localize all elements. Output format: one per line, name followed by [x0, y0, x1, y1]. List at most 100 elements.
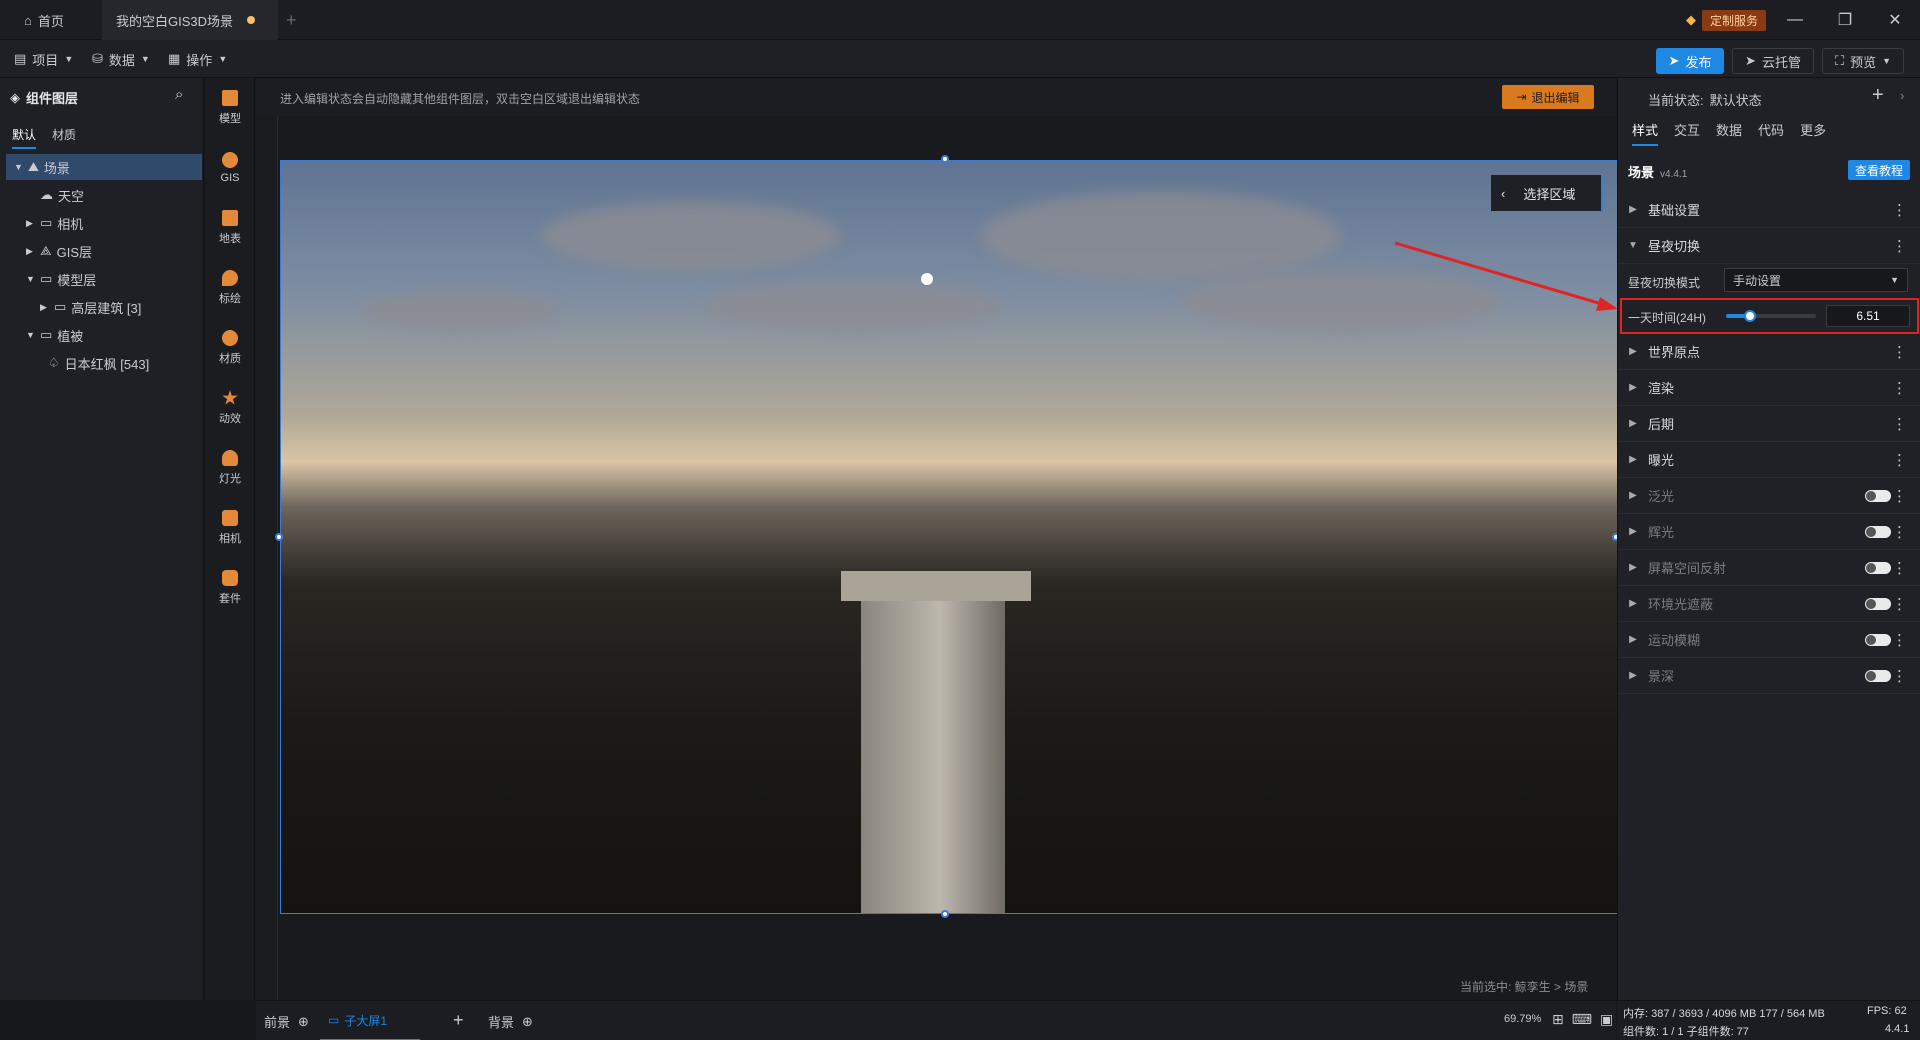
resize-handle[interactable]	[941, 910, 949, 918]
add-circle-icon[interactable]: ⊕	[522, 1014, 533, 1030]
more-vert-icon[interactable]: ⋮	[1892, 379, 1907, 397]
ao-toggle[interactable]	[1865, 597, 1891, 610]
tool-model[interactable]: 模型	[205, 80, 255, 136]
tool-light[interactable]: 灯光	[205, 440, 255, 496]
menu-project[interactable]: ▤ 项目 ▼	[14, 47, 73, 71]
section-glow[interactable]: ▶ 辉光 ⋮	[1618, 514, 1920, 550]
state-value[interactable]: 默认状态	[1710, 90, 1762, 109]
tab-data[interactable]: 数据	[1716, 120, 1742, 146]
section-render[interactable]: ▶ 渲染 ⋮	[1618, 370, 1920, 406]
more-vert-icon[interactable]: ⋮	[1892, 559, 1907, 577]
tree-item-vegetation[interactable]: ▼ ▭ 植被	[6, 322, 202, 348]
ssr-toggle[interactable]	[1865, 561, 1891, 574]
add-circle-icon[interactable]: ⊕	[298, 1014, 309, 1030]
tree-item-camera[interactable]: ▶ ▭ 相机	[6, 210, 202, 236]
section-dof[interactable]: ▶ 景深 ⋮	[1618, 658, 1920, 694]
section-bloom[interactable]: ▶ 泛光 ⋮	[1618, 478, 1920, 514]
add-screen-button[interactable]: +	[453, 1010, 464, 1031]
section-basic[interactable]: ▶ 基础设置 ⋮	[1618, 192, 1920, 228]
cloud-host-button[interactable]: ➤ 云托管	[1732, 48, 1814, 74]
section-world-origin[interactable]: ▶ 世界原点 ⋮	[1618, 334, 1920, 370]
resize-handle[interactable]	[275, 533, 283, 541]
state-label: 当前状态:	[1648, 93, 1704, 108]
exit-edit-button[interactable]: ⇥ 退出编辑	[1502, 85, 1594, 109]
zoom-level[interactable]: 69.79%	[1504, 1013, 1541, 1025]
fit-screen-icon[interactable]: ⊞	[1552, 1011, 1564, 1028]
section-daynight[interactable]: ▼ 昼夜切换 ⋮	[1618, 228, 1920, 264]
tree-item-model-layer[interactable]: ▼ ▭ 模型层	[6, 266, 202, 292]
section-exposure[interactable]: ▶ 曝光 ⋮	[1618, 442, 1920, 478]
menu-operate[interactable]: ▦ 操作 ▼	[168, 47, 227, 71]
tool-label: 灯光	[219, 473, 241, 485]
grid-icon: ▦	[168, 51, 181, 66]
bloom-toggle[interactable]	[1865, 489, 1891, 502]
menu-data[interactable]: ⛁ 数据 ▼	[92, 47, 150, 71]
more-vert-icon[interactable]: ⋮	[1892, 415, 1907, 433]
foreground-tab[interactable]: 前景 ⊕	[264, 1012, 309, 1031]
more-vert-icon[interactable]: ⋮	[1892, 667, 1907, 685]
restore-icon[interactable]: ❐	[1820, 0, 1870, 40]
tutorial-button[interactable]: 查看教程	[1848, 160, 1910, 180]
time-slider[interactable]	[1726, 310, 1816, 322]
tree-item-label: 高层建筑 [3]	[71, 300, 142, 316]
time-slider-handle[interactable]	[1744, 310, 1757, 322]
section-ssr[interactable]: ▶ 屏幕空间反射 ⋮	[1618, 550, 1920, 586]
tree-item-maple[interactable]: ♤ 日本红枫 [543]	[6, 350, 202, 376]
custom-service-button[interactable]: ◆ 定制服务	[1686, 8, 1767, 32]
section-ao[interactable]: ▶ 环境光遮蔽 ⋮	[1618, 586, 1920, 622]
tool-camera[interactable]: 相机	[205, 500, 255, 556]
chevron-right-icon[interactable]: ›	[1900, 88, 1904, 103]
new-tab-button[interactable]: +	[272, 0, 311, 40]
select-area-button[interactable]: ‹ 选择区域	[1491, 175, 1603, 211]
building-model[interactable]	[861, 591, 1005, 913]
more-vert-icon[interactable]: ⋮	[1892, 631, 1907, 649]
sub-screen-tab[interactable]: ▭ 子大屏1	[320, 1001, 420, 1040]
tool-material[interactable]: 材质	[205, 320, 255, 376]
dof-toggle[interactable]	[1865, 669, 1891, 682]
more-vert-icon[interactable]: ⋮	[1892, 595, 1907, 613]
background-tab[interactable]: 背景 ⊕	[488, 1012, 533, 1031]
glow-toggle[interactable]	[1865, 525, 1891, 538]
minimize-icon[interactable]: —	[1770, 0, 1820, 40]
motion-blur-toggle[interactable]	[1865, 633, 1891, 646]
tree-item-scene[interactable]: ▼ ⛰ 场景	[6, 154, 202, 180]
tree-item-sky[interactable]: ☁ 天空	[6, 182, 202, 208]
more-vert-icon[interactable]: ⋮	[1892, 487, 1907, 505]
tab-default[interactable]: 默认	[12, 126, 37, 149]
caret-down-icon: ▼	[1628, 240, 1638, 251]
tab-style[interactable]: 样式	[1632, 120, 1659, 146]
more-vert-icon[interactable]: ⋮	[1892, 201, 1907, 219]
more-vert-icon[interactable]: ⋮	[1892, 237, 1907, 255]
tab-scene[interactable]: 我的空白GIS3D场景	[102, 0, 278, 40]
more-vert-icon[interactable]: ⋮	[1892, 451, 1907, 469]
diamond-icon: ◆	[1686, 12, 1696, 27]
time-input[interactable]: 6.51	[1826, 305, 1910, 327]
search-icon[interactable]: ⌕	[175, 86, 183, 103]
tool-kit[interactable]: 套件	[205, 560, 255, 616]
tab-home[interactable]: ⌂ 首页	[10, 0, 78, 40]
tab-material[interactable]: 材质	[52, 126, 76, 149]
tree-item-gis[interactable]: ▶ ⟁ GIS层	[6, 238, 202, 264]
more-vert-icon[interactable]: ⋮	[1892, 523, 1907, 541]
section-motion-blur[interactable]: ▶ 运动模糊 ⋮	[1618, 622, 1920, 658]
tool-gis[interactable]: GIS	[205, 140, 255, 196]
tab-code[interactable]: 代码	[1758, 120, 1784, 146]
daynight-mode-select[interactable]: 手动设置 ▼	[1724, 268, 1908, 292]
tab-more[interactable]: 更多	[1800, 120, 1826, 146]
tool-terrain[interactable]: 地表	[205, 200, 255, 256]
tool-marker[interactable]: 标绘	[205, 260, 255, 316]
close-icon[interactable]: ✕	[1870, 0, 1920, 40]
preview-button[interactable]: ⛶ 预览 ▼	[1822, 48, 1904, 74]
section-post[interactable]: ▶ 后期 ⋮	[1618, 406, 1920, 442]
resize-handle[interactable]	[941, 155, 949, 163]
tree-item-buildings[interactable]: ▶ ▭ 高层建筑 [3]	[6, 294, 202, 320]
component-count: 组件数: 1 / 1 子组件数: 77	[1623, 1026, 1749, 1038]
publish-button[interactable]: ➤ 发布	[1656, 48, 1724, 74]
keyboard-icon[interactable]: ⌨	[1572, 1011, 1592, 1028]
caret-right-icon: ▶	[1629, 670, 1637, 681]
terminal-icon[interactable]: ▣	[1600, 1011, 1613, 1028]
add-state-icon[interactable]: +	[1872, 84, 1884, 107]
more-vert-icon[interactable]: ⋮	[1892, 343, 1907, 361]
tab-interaction[interactable]: 交互	[1674, 120, 1700, 146]
tool-effect[interactable]: 动效	[205, 380, 255, 436]
